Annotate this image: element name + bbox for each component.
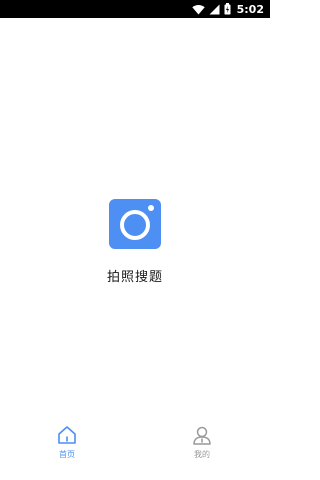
- camera-flash-dot: [148, 205, 154, 211]
- camera-button[interactable]: [109, 199, 161, 249]
- status-time: 5:02: [236, 2, 264, 16]
- app-screen: 5:02 拍照搜题 首页 我的: [0, 0, 270, 480]
- wifi-icon: [191, 0, 205, 19]
- bottom-nav: 首页 我的: [0, 418, 270, 480]
- nav-label-mine: 我的: [194, 450, 210, 459]
- status-icons: 5:02: [191, 0, 264, 19]
- home-icon: [57, 425, 77, 445]
- battery-charging-icon: [224, 0, 231, 19]
- nav-label-home: 首页: [59, 450, 75, 459]
- cell-signal-icon: [209, 0, 220, 19]
- camera-label[interactable]: 拍照搜题: [0, 266, 270, 285]
- user-icon: [192, 425, 212, 445]
- status-bar: 5:02: [0, 0, 270, 18]
- nav-item-home[interactable]: 首页: [37, 418, 97, 480]
- camera-lens: [120, 210, 150, 240]
- nav-item-mine[interactable]: 我的: [172, 418, 232, 480]
